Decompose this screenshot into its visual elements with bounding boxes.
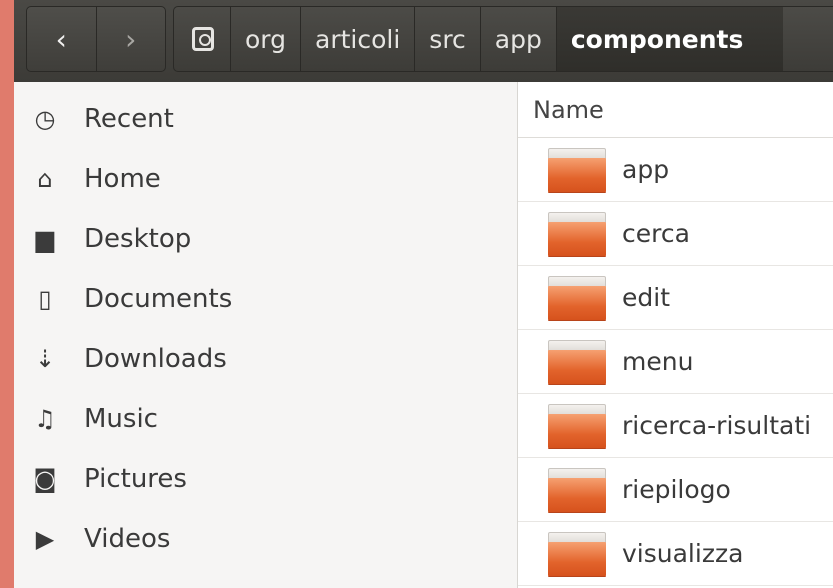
file-name: menu — [622, 347, 694, 376]
sidebar-item-label: Videos — [84, 524, 171, 554]
sidebar-item-label: Desktop — [84, 224, 192, 254]
breadcrumb-label: articoli — [315, 24, 401, 54]
breadcrumb-root-drive[interactable] — [174, 7, 230, 71]
breadcrumb-components[interactable]: components — [555, 7, 784, 71]
chevron-right-icon: › — [125, 22, 137, 56]
breadcrumb-articoli[interactable]: articoli — [300, 7, 414, 71]
sidebar-item-label: Music — [84, 404, 158, 434]
file-row[interactable]: visualizza — [518, 522, 833, 586]
folder-icon — [548, 211, 606, 256]
video-icon: ▶ — [35, 525, 55, 553]
column-header-label: Name — [533, 95, 604, 124]
breadcrumb-label: app — [494, 24, 542, 54]
sidebar-item-music[interactable]: ♫ Music — [14, 389, 517, 449]
sidebar-item-recent[interactable]: ◷ Recent — [14, 89, 517, 149]
download-icon: ⇣ — [34, 345, 56, 373]
sidebar-item-desktop[interactable]: ▆ Desktop — [14, 209, 517, 269]
drive-icon — [192, 27, 214, 51]
file-row[interactable]: app — [518, 138, 833, 202]
folder-icon — [548, 275, 606, 320]
file-name: ricerca-risultati — [622, 411, 812, 440]
sidebar-item-home[interactable]: ⌂ Home — [14, 149, 517, 209]
file-name: riepilogo — [622, 475, 731, 504]
sidebar: ◷ Recent ⌂ Home ▆ Desktop ▯ Documents ⇣ … — [14, 82, 518, 588]
home-icon: ⌂ — [37, 165, 53, 193]
file-row[interactable]: menu — [518, 330, 833, 394]
music-icon: ♫ — [34, 405, 56, 433]
breadcrumb-label: components — [570, 24, 744, 54]
file-row[interactable]: cerca — [518, 202, 833, 266]
file-row[interactable]: riepilogo — [518, 458, 833, 522]
file-name: edit — [622, 283, 670, 312]
folder-icon — [548, 339, 606, 384]
column-header-name[interactable]: Name — [518, 82, 833, 138]
file-manager-window: ‹ › org articoli src app components ◷ Re… — [0, 0, 833, 588]
sidebar-item-label: Downloads — [84, 344, 227, 374]
back-button[interactable]: ‹ — [27, 7, 96, 71]
breadcrumb-app[interactable]: app — [479, 7, 556, 71]
sidebar-item-label: Recent — [84, 104, 174, 134]
document-icon: ▯ — [38, 285, 52, 313]
navigation-buttons: ‹ › — [26, 6, 166, 72]
sidebar-item-downloads[interactable]: ⇣ Downloads — [14, 329, 517, 389]
file-name: app — [622, 155, 670, 184]
breadcrumb-label: src — [429, 24, 466, 54]
path-bar: org articoli src app components — [173, 6, 833, 72]
breadcrumb-src[interactable]: src — [414, 7, 480, 71]
header-bar: ‹ › org articoli src app components — [14, 0, 833, 82]
file-row[interactable]: edit — [518, 266, 833, 330]
forward-button[interactable]: › — [95, 7, 166, 71]
file-list: Name app cerca edit menu ricerca-risulta… — [518, 82, 833, 588]
sidebar-item-pictures[interactable]: ◙ Pictures — [14, 449, 517, 509]
file-name: cerca — [622, 219, 690, 248]
folder-icon — [548, 403, 606, 448]
folder-icon — [548, 531, 606, 576]
sidebar-item-documents[interactable]: ▯ Documents — [14, 269, 517, 329]
folder-icon: ▆ — [35, 225, 55, 253]
folder-icon — [548, 467, 606, 512]
sidebar-item-videos[interactable]: ▶ Videos — [14, 509, 517, 569]
sidebar-item-label: Home — [84, 164, 161, 194]
folder-icon — [548, 147, 606, 192]
chevron-left-icon: ‹ — [55, 22, 67, 56]
file-name: visualizza — [622, 539, 744, 568]
file-row[interactable]: ricerca-risultati — [518, 394, 833, 458]
breadcrumb-org[interactable]: org — [230, 7, 300, 71]
clock-icon: ◷ — [34, 105, 56, 133]
breadcrumb-label: org — [245, 24, 287, 54]
sidebar-item-label: Documents — [84, 284, 233, 314]
sidebar-item-label: Pictures — [84, 464, 187, 494]
camera-icon: ◙ — [33, 465, 57, 493]
